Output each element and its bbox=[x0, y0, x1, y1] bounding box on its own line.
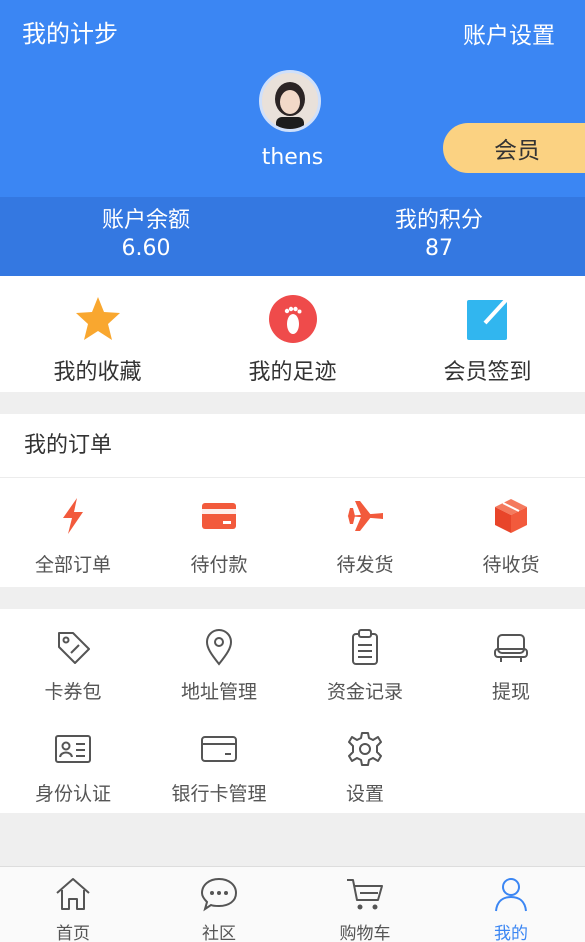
all-orders-button[interactable]: 全部订单 bbox=[0, 496, 146, 577]
favorites-button[interactable]: 我的收藏 bbox=[0, 294, 195, 386]
settings-label: 设置 bbox=[345, 783, 384, 805]
my-points[interactable]: 我的积分 87 bbox=[293, 207, 585, 263]
account-balance[interactable]: 账户余额 6.60 bbox=[0, 207, 292, 263]
bank-card-icon bbox=[201, 736, 237, 762]
location-icon bbox=[205, 629, 233, 666]
id-card-icon bbox=[55, 735, 91, 763]
identity-verification-button[interactable]: 身份认证 bbox=[0, 729, 146, 806]
fund-records-button[interactable]: 资金记录 bbox=[292, 627, 438, 704]
pending-shipment-label: 待发货 bbox=[336, 554, 394, 576]
my-points-label: 我的积分 bbox=[394, 208, 483, 233]
lightning-icon bbox=[63, 498, 83, 534]
footprints-label: 我的足迹 bbox=[248, 360, 337, 385]
withdraw-label: 提现 bbox=[491, 681, 530, 703]
cart-icon bbox=[347, 879, 383, 910]
footprint-icon bbox=[268, 295, 317, 343]
coupon-icon bbox=[58, 632, 90, 664]
checkin-label: 会员签到 bbox=[443, 360, 532, 385]
star-icon bbox=[75, 297, 120, 340]
clipboard-icon bbox=[352, 629, 378, 665]
chat-icon bbox=[200, 877, 238, 912]
profile-header: 我的计步 账户设置 thens 会员 bbox=[0, 0, 585, 197]
nav-mine-label: 我的 bbox=[494, 924, 528, 942]
favorites-label: 我的收藏 bbox=[53, 360, 142, 385]
plane-icon bbox=[347, 501, 383, 531]
page-title: 我的计步 bbox=[22, 20, 118, 48]
pending-shipment-button[interactable]: 待发货 bbox=[292, 496, 438, 577]
withdraw-button[interactable]: 提现 bbox=[438, 627, 584, 704]
pending-payment-button[interactable]: 待付款 bbox=[146, 496, 292, 577]
nav-community[interactable]: 社区 bbox=[146, 875, 292, 942]
pending-receipt-label: 待收货 bbox=[482, 554, 540, 576]
my-orders-section: 我的订单 全部订单 待付款 待发货 待收货 bbox=[0, 414, 585, 587]
nav-community-label: 社区 bbox=[202, 924, 236, 942]
pending-payment-label: 待付款 bbox=[190, 554, 248, 576]
withdraw-icon bbox=[494, 634, 528, 662]
avatar[interactable] bbox=[259, 70, 321, 132]
quick-actions: 我的收藏 我的足迹 会员签到 bbox=[0, 276, 585, 392]
account-balance-value: 6.60 bbox=[121, 236, 171, 261]
checkin-button[interactable]: 会员签到 bbox=[390, 294, 585, 386]
bank-card-management-label: 银行卡管理 bbox=[171, 783, 267, 805]
nav-mine[interactable]: 我的 bbox=[438, 875, 584, 942]
pending-receipt-button[interactable]: 待收货 bbox=[438, 496, 584, 577]
fund-records-label: 资金记录 bbox=[326, 681, 403, 703]
all-orders-label: 全部订单 bbox=[34, 554, 111, 576]
balance-bar: 账户余额 6.60 我的积分 87 bbox=[0, 197, 585, 276]
settings-button[interactable]: 设置 bbox=[292, 729, 438, 806]
home-icon bbox=[56, 878, 90, 910]
account-settings-link[interactable]: 账户设置 bbox=[463, 16, 555, 50]
bottom-nav: 首页 社区 购物车 我的 bbox=[0, 866, 585, 942]
coupons-button[interactable]: 卡券包 bbox=[0, 627, 146, 704]
card-icon bbox=[202, 503, 236, 529]
identity-verification-label: 身份认证 bbox=[34, 783, 111, 805]
nav-cart[interactable]: 购物车 bbox=[292, 875, 438, 942]
address-management-button[interactable]: 地址管理 bbox=[146, 627, 292, 704]
services-grid: 卡券包 地址管理 资金记录 提现 身份认证 银行卡管理 设置 bbox=[0, 609, 585, 813]
footprints-button[interactable]: 我的足迹 bbox=[195, 294, 390, 386]
gear-icon bbox=[348, 732, 382, 766]
profile-page: 我的计步 账户设置 thens 会员 账户余额 6.60 我的积分 87 我的收… bbox=[0, 0, 585, 942]
nav-home-label: 首页 bbox=[56, 924, 90, 942]
avatar-image bbox=[262, 73, 318, 129]
coupons-label: 卡券包 bbox=[44, 681, 102, 703]
bank-card-management-button[interactable]: 银行卡管理 bbox=[146, 729, 292, 806]
box-icon bbox=[495, 499, 527, 533]
checkin-icon bbox=[466, 297, 508, 340]
my-points-value: 87 bbox=[425, 236, 453, 261]
nav-cart-label: 购物车 bbox=[339, 924, 391, 942]
nav-home[interactable]: 首页 bbox=[0, 875, 146, 942]
account-balance-label: 账户余额 bbox=[101, 208, 190, 233]
user-icon bbox=[495, 878, 527, 912]
vip-button[interactable]: 会员 bbox=[443, 123, 585, 173]
address-management-label: 地址管理 bbox=[180, 681, 257, 703]
my-orders-title[interactable]: 我的订单 bbox=[0, 414, 585, 478]
